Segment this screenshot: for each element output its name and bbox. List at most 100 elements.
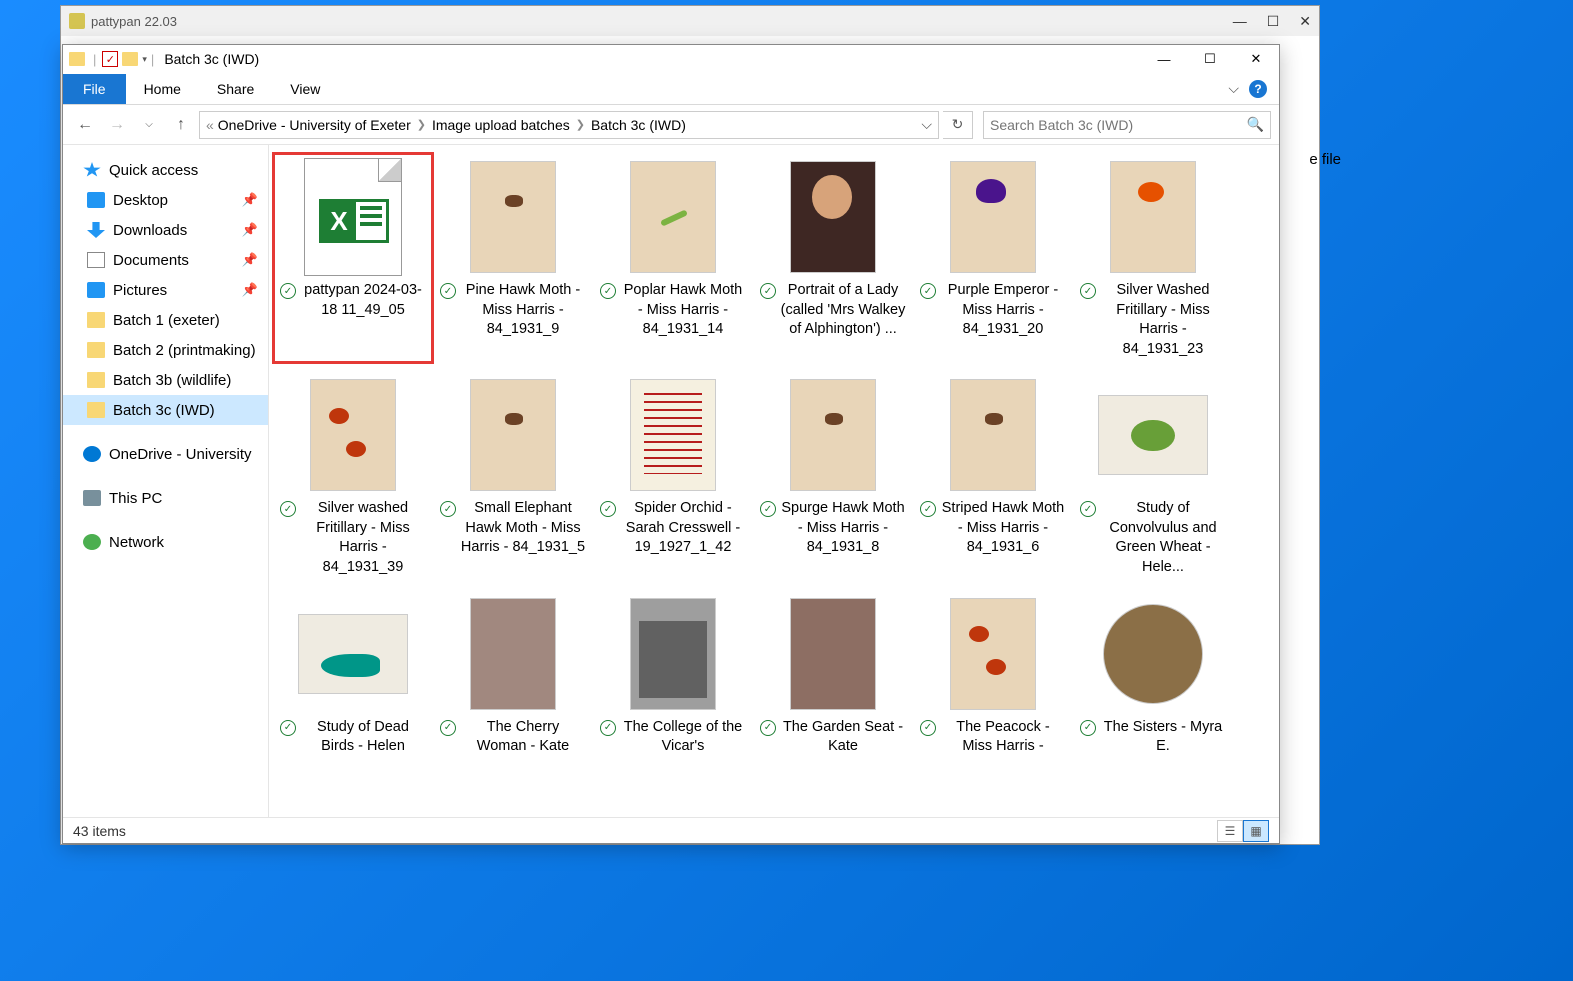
nav-onedrive[interactable]: OneDrive - University xyxy=(63,439,268,469)
refresh-button[interactable]: ↻ xyxy=(943,111,973,139)
search-input[interactable] xyxy=(990,117,1247,133)
pin-icon: 📌 xyxy=(242,282,258,298)
file-name: Small Elephant Hawk Moth - Miss Harris -… xyxy=(460,499,586,558)
file-item[interactable]: ✓Pine Hawk Moth - Miss Harris - 84_1931_… xyxy=(433,153,593,363)
recent-dropdown-icon[interactable]: ⌵ xyxy=(135,111,163,139)
search-box[interactable]: 🔍 xyxy=(983,111,1271,139)
folder-icon xyxy=(87,312,105,328)
content-row: Quick access Desktop📌 Downloads📌 Documen… xyxy=(63,145,1279,817)
tab-home[interactable]: Home xyxy=(126,74,199,104)
image-thumbnail xyxy=(630,379,716,491)
file-item[interactable]: ✓Small Elephant Hawk Moth - Miss Harris … xyxy=(433,371,593,581)
file-item[interactable]: ✓Silver washed Fritillary - Miss Harris … xyxy=(273,371,433,581)
file-item[interactable]: ✓The Cherry Woman - Kate xyxy=(433,590,593,761)
maximize-button[interactable]: ☐ xyxy=(1187,45,1233,73)
pattypan-icon xyxy=(69,13,85,29)
tab-share[interactable]: Share xyxy=(199,74,272,104)
file-item[interactable]: ✓The Peacock - Miss Harris - xyxy=(913,590,1073,761)
crumb-current[interactable]: Batch 3c (IWD) xyxy=(591,117,686,133)
image-thumbnail xyxy=(310,379,396,491)
bg-minimize-icon[interactable]: — xyxy=(1233,13,1247,30)
qat-dropdown-icon[interactable]: ▾ xyxy=(142,54,147,65)
nav-quick-access[interactable]: Quick access xyxy=(63,155,268,185)
sync-checkmark-icon: ✓ xyxy=(600,283,616,299)
image-thumbnail xyxy=(790,379,876,491)
file-item[interactable]: ✓Silver Washed Fritillary - Miss Harris … xyxy=(1073,153,1233,363)
image-thumbnail xyxy=(1103,604,1203,704)
chevron-right-icon[interactable]: ❯ xyxy=(576,118,585,131)
crumb-onedrive[interactable]: OneDrive - University of Exeter xyxy=(218,117,411,133)
chevron-right-icon[interactable]: ❯ xyxy=(417,118,426,131)
image-thumbnail xyxy=(630,598,716,710)
ribbon-expand-icon[interactable]: ⌵ xyxy=(1228,80,1239,97)
file-name: Pine Hawk Moth - Miss Harris - 84_1931_9 xyxy=(460,281,586,340)
folder-icon xyxy=(69,52,85,66)
file-label: ✓Silver washed Fritillary - Miss Harris … xyxy=(277,499,429,577)
search-icon[interactable]: 🔍 xyxy=(1247,116,1264,133)
folder-icon xyxy=(87,372,105,388)
nav-downloads[interactable]: Downloads📌 xyxy=(63,215,268,245)
qat-properties-icon[interactable]: ✓ xyxy=(102,51,118,67)
explorer-window: | ✓ ▾ | Batch 3c (IWD) — ☐ ✕ File Home S… xyxy=(62,44,1280,844)
tab-file[interactable]: File xyxy=(63,74,126,104)
minimize-button[interactable]: — xyxy=(1141,45,1187,73)
file-label: ✓Study of Convolvulus and Green Wheat - … xyxy=(1077,499,1229,577)
file-item[interactable]: ✓Spurge Hawk Moth - Miss Harris - 84_193… xyxy=(753,371,913,581)
bg-close-icon[interactable]: ✕ xyxy=(1299,13,1311,30)
breadcrumb-overflow[interactable]: « xyxy=(206,117,214,133)
file-item[interactable]: ✓Portrait of a Lady (called 'Mrs Walkey … xyxy=(753,153,913,363)
nav-thispc[interactable]: This PC xyxy=(63,483,268,513)
pc-icon xyxy=(83,490,101,506)
file-label: ✓The College of the Vicar's xyxy=(597,718,749,757)
file-name: Portrait of a Lady (called 'Mrs Walkey o… xyxy=(780,281,906,340)
file-name: Poplar Hawk Moth - Miss Harris - 84_1931… xyxy=(620,281,746,340)
folder-icon xyxy=(87,402,105,418)
file-item[interactable]: ✓Purple Emperor - Miss Harris - 84_1931_… xyxy=(913,153,1073,363)
files-area[interactable]: X✓pattypan 2024-03-18 11_49_05✓Pine Hawk… xyxy=(269,145,1279,817)
bg-maximize-icon[interactable]: ☐ xyxy=(1267,13,1280,30)
close-button[interactable]: ✕ xyxy=(1233,45,1279,73)
file-item[interactable]: ✓Study of Dead Birds - Helen xyxy=(273,590,433,761)
file-grid: X✓pattypan 2024-03-18 11_49_05✓Pine Hawk… xyxy=(273,153,1275,761)
tab-view[interactable]: View xyxy=(272,74,338,104)
up-button[interactable]: ↑ xyxy=(167,111,195,139)
image-thumbnail xyxy=(790,598,876,710)
file-item[interactable]: ✓Poplar Hawk Moth - Miss Harris - 84_193… xyxy=(593,153,753,363)
sync-checkmark-icon: ✓ xyxy=(440,720,456,736)
nav-batch3c[interactable]: Batch 3c (IWD) xyxy=(63,395,268,425)
nav-batch3b[interactable]: Batch 3b (wildlife) xyxy=(63,365,268,395)
file-label: ✓Spider Orchid - Sarah Cresswell - 19_19… xyxy=(597,499,749,558)
file-item[interactable]: ✓Spider Orchid - Sarah Cresswell - 19_19… xyxy=(593,371,753,581)
file-item[interactable]: X✓pattypan 2024-03-18 11_49_05 xyxy=(273,153,433,363)
sync-checkmark-icon: ✓ xyxy=(760,501,776,517)
view-buttons: ☰ ▦ xyxy=(1217,820,1269,842)
nav-network[interactable]: Network xyxy=(63,527,268,557)
title-separator: | xyxy=(151,52,154,67)
breadcrumb[interactable]: « OneDrive - University of Exeter ❯ Imag… xyxy=(199,111,939,139)
file-item[interactable]: ✓The College of the Vicar's xyxy=(593,590,753,761)
back-button[interactable]: ← xyxy=(71,111,99,139)
titlebar: | ✓ ▾ | Batch 3c (IWD) — ☐ ✕ xyxy=(63,45,1279,73)
image-thumbnail xyxy=(950,598,1036,710)
help-icon[interactable]: ? xyxy=(1249,80,1267,98)
file-name: Silver washed Fritillary - Miss Harris -… xyxy=(300,499,426,577)
details-view-button[interactable]: ☰ xyxy=(1217,820,1243,842)
file-name: pattypan 2024-03-18 11_49_05 xyxy=(300,281,426,320)
nav-pictures[interactable]: Pictures📌 xyxy=(63,275,268,305)
thumbnails-view-button[interactable]: ▦ xyxy=(1243,820,1269,842)
qat-separator: | xyxy=(93,52,96,67)
forward-button[interactable]: → xyxy=(103,111,131,139)
file-name: Spider Orchid - Sarah Cresswell - 19_192… xyxy=(620,499,746,558)
nav-documents[interactable]: Documents📌 xyxy=(63,245,268,275)
image-thumbnail xyxy=(470,379,556,491)
file-item[interactable]: ✓Study of Convolvulus and Green Wheat - … xyxy=(1073,371,1233,581)
nav-batch1[interactable]: Batch 1 (exeter) xyxy=(63,305,268,335)
file-item[interactable]: ✓Striped Hawk Moth - Miss Harris - 84_19… xyxy=(913,371,1073,581)
qat-newfolder-icon[interactable] xyxy=(122,52,138,66)
file-item[interactable]: ✓The Sisters - Myra E. xyxy=(1073,590,1233,761)
nav-batch2[interactable]: Batch 2 (printmaking) xyxy=(63,335,268,365)
file-item[interactable]: ✓The Garden Seat - Kate xyxy=(753,590,913,761)
nav-desktop[interactable]: Desktop📌 xyxy=(63,185,268,215)
breadcrumb-dropdown-icon[interactable]: ⌵ xyxy=(921,116,932,133)
crumb-batches[interactable]: Image upload batches xyxy=(432,117,570,133)
